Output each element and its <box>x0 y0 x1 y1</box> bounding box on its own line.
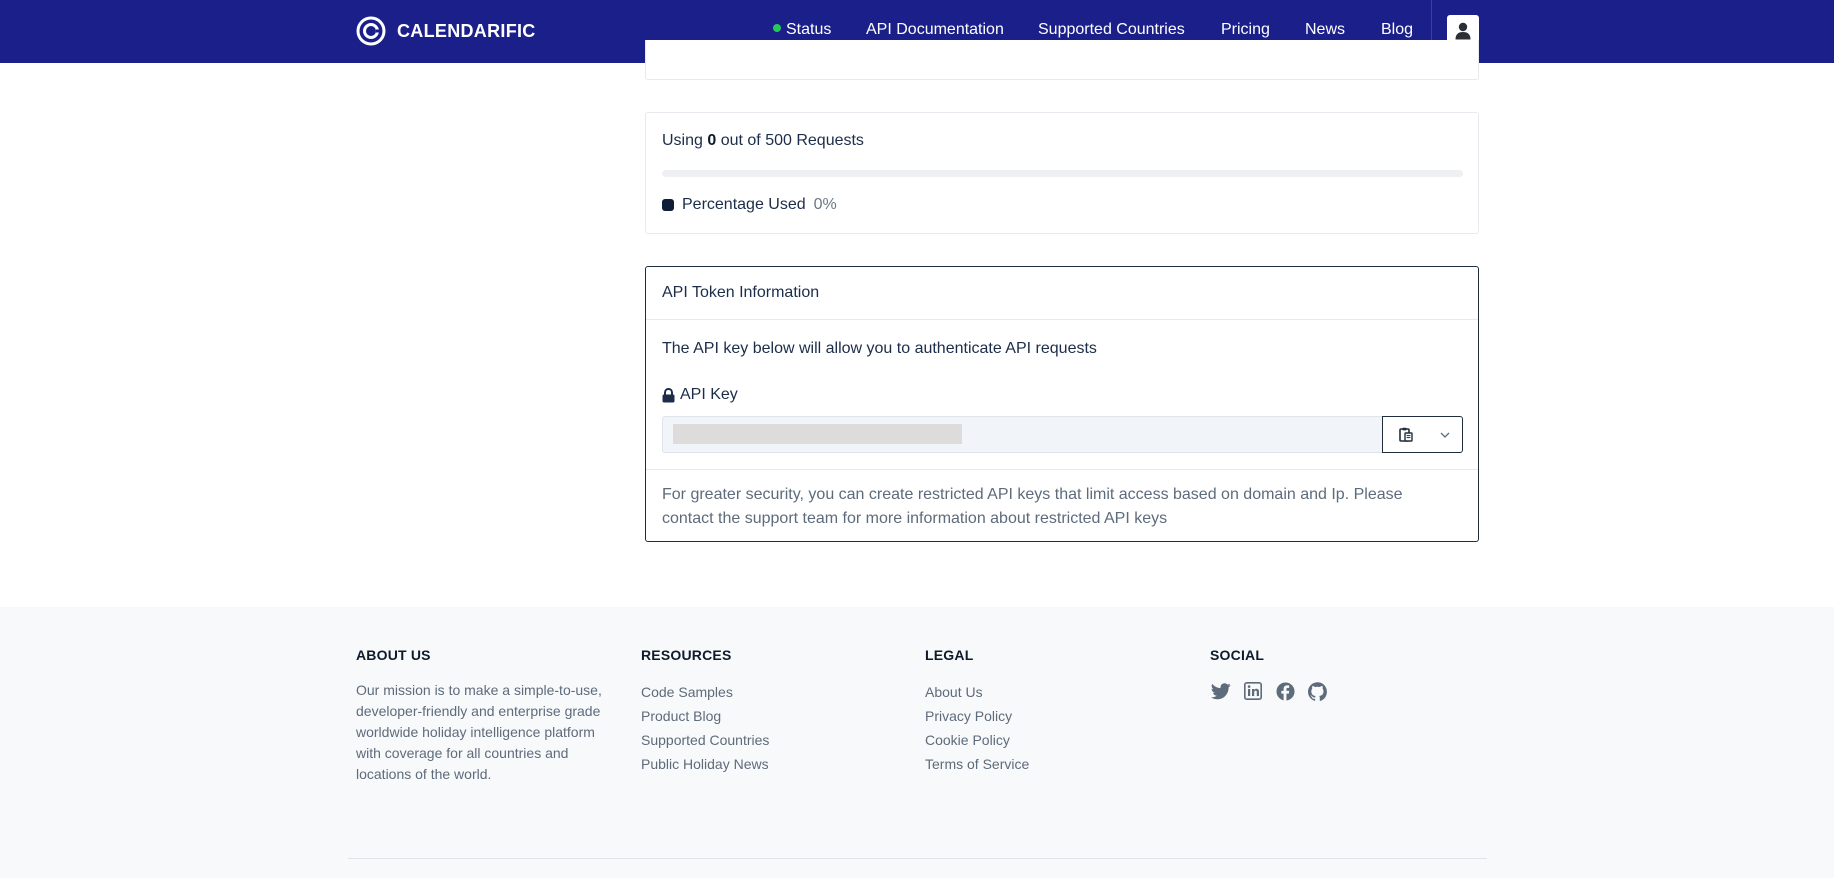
footer-about-text: Our mission is to make a simple-to-use, … <box>356 682 602 782</box>
user-icon <box>1455 22 1471 40</box>
legend-label: Percentage Used <box>682 196 806 213</box>
nav-api-documentation[interactable]: API Documentation <box>866 20 1004 40</box>
legend-value: 0% <box>813 196 837 213</box>
footer-social-column: SOCIAL <box>1210 647 1328 702</box>
api-key-options-dropdown[interactable] <box>1428 416 1463 453</box>
api-key-label: API Key <box>662 386 738 404</box>
usage-summary: Using 0 out of 500 Requests <box>662 132 864 150</box>
nav-status-label: Status <box>786 21 832 38</box>
footer-about-column: ABOUT US Our mission is to make a simple… <box>356 647 606 785</box>
copy-api-key-button[interactable] <box>1382 416 1429 453</box>
footer-legal-column: LEGAL About Us Privacy Policy Cookie Pol… <box>925 647 1029 776</box>
brand-logo-link[interactable]: CALENDARIFIC <box>356 16 536 46</box>
legend-swatch <box>662 199 674 211</box>
nav-supported-countries[interactable]: Supported Countries <box>1038 20 1185 40</box>
footer-resources-title: RESOURCES <box>641 647 732 663</box>
usage-card: Using 0 out of 500 Requests Percentage U… <box>645 112 1479 234</box>
usage-used-count: 0 <box>707 132 717 149</box>
lock-icon <box>662 387 675 402</box>
footer-resources-column: RESOURCES Code Samples Product Blog Supp… <box>641 647 769 776</box>
nav-status[interactable]: Status <box>773 20 831 40</box>
api-token-card-header: API Token Information <box>646 267 1478 320</box>
footer-link-terms-of-service[interactable]: Terms of Service <box>925 752 1029 776</box>
clipboard-copy-icon <box>1398 427 1413 442</box>
api-key-hidden-value <box>673 424 962 444</box>
site-footer: ABOUT US Our mission is to make a simple… <box>0 607 1834 878</box>
brand-name: CALENDARIFIC <box>397 20 536 41</box>
nav-news[interactable]: News <box>1305 20 1345 40</box>
social-icons <box>1210 680 1328 702</box>
twitter-icon[interactable] <box>1210 680 1232 702</box>
footer-legal-title: LEGAL <box>925 647 974 663</box>
footer-about-title: ABOUT US <box>356 647 431 663</box>
usage-progress-bar <box>662 170 1463 177</box>
usage-legend: Percentage Used 0% <box>662 196 837 214</box>
api-key-field[interactable] <box>662 416 1383 453</box>
chevron-down-icon <box>1440 432 1450 438</box>
footer-divider <box>348 858 1487 859</box>
api-key-label-text: API Key <box>680 386 738 403</box>
footer-link-cookie-policy[interactable]: Cookie Policy <box>925 728 1029 752</box>
footer-link-supported-countries[interactable]: Supported Countries <box>641 728 769 752</box>
restricted-keys-note: For greater security, you can create res… <box>662 486 1403 527</box>
github-icon[interactable] <box>1306 680 1328 702</box>
footer-link-code-samples[interactable]: Code Samples <box>641 680 769 704</box>
footer-link-public-holiday-news[interactable]: Public Holiday News <box>641 752 769 776</box>
previous-card <box>645 40 1479 80</box>
linkedin-icon[interactable] <box>1242 680 1264 702</box>
footer-link-about-us[interactable]: About Us <box>925 680 1029 704</box>
api-token-card: API Token Information The API key below … <box>645 266 1479 542</box>
nav-blog[interactable]: Blog <box>1381 20 1413 40</box>
footer-link-privacy-policy[interactable]: Privacy Policy <box>925 704 1029 728</box>
calendarific-logo-icon <box>356 16 386 46</box>
api-token-title: API Token Information <box>662 284 820 301</box>
usage-suffix: out of 500 Requests <box>720 132 864 149</box>
footer-social-title: SOCIAL <box>1210 647 1265 663</box>
usage-prefix: Using <box>662 132 703 149</box>
footer-link-product-blog[interactable]: Product Blog <box>641 704 769 728</box>
api-token-card-footer: For greater security, you can create res… <box>646 469 1478 542</box>
api-token-description: The API key below will allow you to auth… <box>662 340 1097 357</box>
facebook-icon[interactable] <box>1274 680 1296 702</box>
nav-pricing[interactable]: Pricing <box>1221 20 1270 40</box>
status-online-dot <box>773 24 781 32</box>
